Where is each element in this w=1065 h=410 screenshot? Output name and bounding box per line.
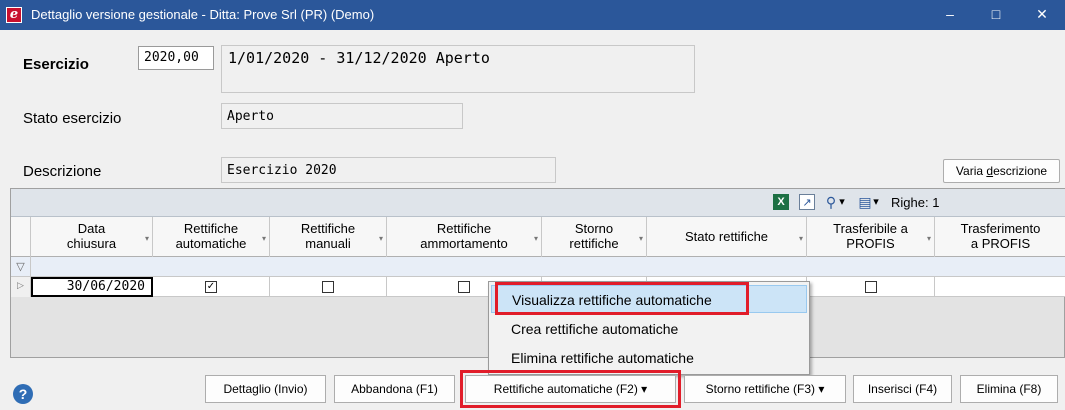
col-stato-rettifiche[interactable]: Stato rettifiche ▾ bbox=[647, 217, 807, 257]
col-data-chiusura[interactable]: Data chiusura ▾ bbox=[31, 217, 153, 257]
descrizione-label: Descrizione bbox=[23, 163, 102, 180]
esercizio-field[interactable]: 2020,00 bbox=[138, 46, 214, 70]
col-label: Rettifiche bbox=[300, 221, 356, 236]
checkbox-unchecked[interactable] bbox=[322, 280, 334, 293]
cell-trasferibile-profis[interactable] bbox=[807, 277, 935, 297]
menu-item-visualizza-rettifiche[interactable]: Visualizza rettifiche automatiche bbox=[491, 285, 807, 313]
title-bar: e Dettaglio versione gestionale - Ditta:… bbox=[0, 0, 1065, 30]
filter-icon[interactable]: ▽ bbox=[11, 257, 31, 277]
col-label: a PROFIS bbox=[970, 236, 1031, 251]
cell-trasferimento-profis[interactable] bbox=[935, 277, 1065, 297]
col-rettifiche-manuali[interactable]: Rettifiche manuali ▾ bbox=[270, 217, 387, 257]
col-label: Stato rettifiche bbox=[684, 229, 769, 244]
app-logo-icon: e bbox=[6, 7, 22, 23]
grid-toolbar: X ↗ ⚲ ▾ ▤ ▾ Righe: 1 bbox=[11, 189, 1065, 217]
col-label: Rettifiche bbox=[436, 221, 492, 236]
col-label: Data bbox=[77, 221, 106, 236]
chevron-down-icon[interactable]: ▾ bbox=[639, 231, 643, 246]
export-icon[interactable]: ↗ bbox=[799, 194, 815, 210]
storno-rettifiche-button[interactable]: Storno rettifiche (F3) ▾ bbox=[684, 375, 846, 403]
elimina-button[interactable]: Elimina (F8) bbox=[960, 375, 1058, 403]
search-dropdown-icon[interactable]: ▾ bbox=[837, 194, 847, 210]
col-label: ammortamento bbox=[420, 236, 508, 251]
stato-esercizio-field: Aperto bbox=[221, 103, 463, 129]
menu-item-crea-rettifiche[interactable]: Crea rettifiche automatiche bbox=[491, 315, 807, 343]
chevron-down-icon[interactable]: ▾ bbox=[379, 231, 383, 246]
checkbox-checked[interactable]: ✓ bbox=[205, 280, 217, 293]
col-label: Trasferibile a bbox=[833, 221, 908, 236]
esercizio-label: Esercizio bbox=[23, 56, 89, 73]
minimize-button[interactable]: – bbox=[927, 0, 973, 30]
chevron-down-icon[interactable]: ▾ bbox=[534, 231, 538, 246]
varia-descrizione-button[interactable]: Varia descrizione bbox=[943, 159, 1060, 183]
layout-dropdown-icon[interactable]: ▾ bbox=[871, 194, 881, 210]
help-icon[interactable]: ? bbox=[13, 384, 33, 404]
rettifiche-automatiche-button[interactable]: Rettifiche automatiche (F2) ▾ bbox=[465, 375, 676, 403]
col-storno-rettifiche[interactable]: Storno rettifiche ▾ bbox=[542, 217, 647, 257]
col-label: Rettifiche bbox=[183, 221, 239, 236]
col-label: chiusura bbox=[66, 236, 117, 251]
window-title: Dettaglio versione gestionale - Ditta: P… bbox=[31, 7, 375, 22]
rows-count: Righe: 1 bbox=[891, 195, 940, 210]
col-label: Trasferimento bbox=[960, 221, 1041, 236]
col-trasferibile-profis[interactable]: Trasferibile a PROFIS ▾ bbox=[807, 217, 935, 257]
checkbox-unchecked[interactable] bbox=[458, 280, 470, 293]
context-menu: Visualizza rettifiche automatiche Crea r… bbox=[488, 281, 810, 375]
close-button[interactable]: ✕ bbox=[1019, 0, 1065, 30]
grid-header: Data chiusura ▾ Rettifiche automatiche ▾… bbox=[11, 217, 1065, 257]
inserisci-button[interactable]: Inserisci (F4) bbox=[853, 375, 952, 403]
col-label: PROFIS bbox=[846, 236, 895, 251]
col-trasferimento-profis[interactable]: Trasferimento a PROFIS bbox=[935, 217, 1065, 257]
chevron-down-icon[interactable]: ▾ bbox=[927, 231, 931, 246]
header-indicator-col bbox=[11, 217, 31, 257]
chevron-down-icon[interactable]: ▾ bbox=[145, 231, 149, 246]
abbandona-button[interactable]: Abbandona (F1) bbox=[334, 375, 455, 403]
menu-item-elimina-rettifiche[interactable]: Elimina rettifiche automatiche bbox=[491, 344, 807, 372]
dettaglio-button[interactable]: Dettaglio (Invio) bbox=[205, 375, 326, 403]
descrizione-field: Esercizio 2020 bbox=[221, 157, 556, 183]
row-indicator-icon: ▷ bbox=[11, 277, 31, 297]
col-label: automatiche bbox=[175, 236, 247, 251]
col-rettifiche-automatiche[interactable]: Rettifiche automatiche ▾ bbox=[153, 217, 270, 257]
cell-rettifiche-automatiche[interactable]: ✓ bbox=[153, 277, 270, 297]
col-label: Storno bbox=[574, 221, 614, 236]
cell-data-chiusura[interactable]: 30/06/2020 bbox=[31, 277, 153, 297]
stato-esercizio-label: Stato esercizio bbox=[23, 110, 122, 127]
chevron-down-icon[interactable]: ▾ bbox=[799, 231, 803, 246]
col-rettifiche-ammortamento[interactable]: Rettifiche ammortamento ▾ bbox=[387, 217, 542, 257]
col-label: rettifiche bbox=[569, 236, 619, 251]
cell-rettifiche-manuali[interactable] bbox=[270, 277, 387, 297]
filter-row[interactable]: ▽ bbox=[11, 257, 1065, 277]
col-label: manuali bbox=[305, 236, 351, 251]
maximize-button[interactable]: □ bbox=[973, 0, 1019, 30]
checkbox-unchecked[interactable] bbox=[864, 280, 877, 293]
excel-icon[interactable]: X bbox=[773, 194, 789, 210]
esercizio-period-field: 1/01/2020 - 31/12/2020 Aperto bbox=[221, 45, 695, 93]
chevron-down-icon[interactable]: ▾ bbox=[262, 231, 266, 246]
